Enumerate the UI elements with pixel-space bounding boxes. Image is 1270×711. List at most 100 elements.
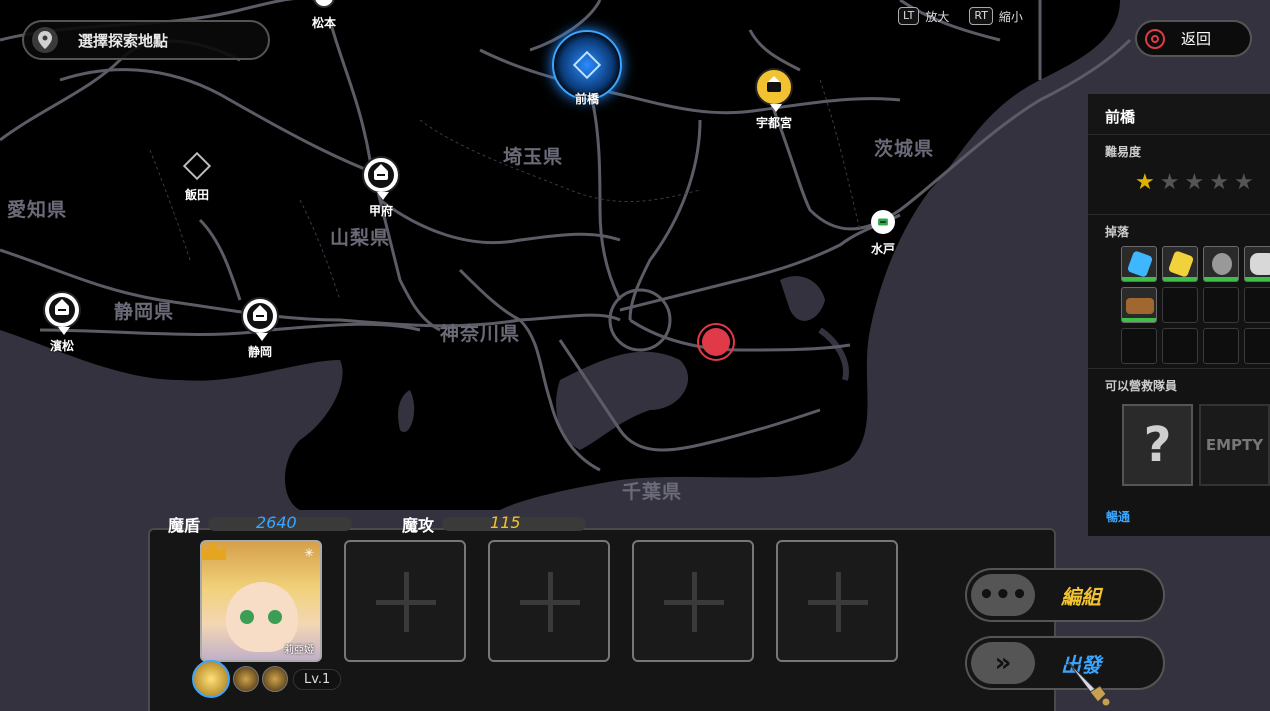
portrait-eye — [268, 610, 282, 624]
question-icon: ? — [1143, 417, 1172, 473]
city-name: 静岡 — [247, 345, 272, 359]
back-button[interactable]: 返回 — [1135, 20, 1252, 57]
back-button-label: 返回 — [1181, 30, 1212, 48]
drop-slot[interactable] — [1121, 287, 1157, 323]
character-name: 莉亞婭 — [284, 645, 314, 656]
city-name: 宇都宮 — [755, 116, 792, 130]
zoom-hints: LT 放大 RT 縮小 — [898, 7, 1023, 25]
city-name: 前橋 — [574, 92, 599, 106]
location-info-panel: 前橋 難易度 ★ ★ ★ ★ ★ 掉落 可以營救隊員 ? EMPTY 暢通 — [1088, 94, 1270, 536]
base-marker-icon — [241, 297, 279, 341]
skill-orb-icon[interactable] — [262, 666, 288, 692]
plus-icon — [664, 572, 724, 632]
drop-slot[interactable] — [1121, 246, 1157, 282]
skill-orb-icon[interactable] — [233, 666, 259, 692]
sword-cursor-icon — [1066, 660, 1112, 708]
blue-crystal-icon — [1126, 250, 1154, 278]
rescue-card-unknown[interactable]: ? — [1122, 404, 1193, 486]
empty-team-slot[interactable] — [776, 540, 898, 662]
empty-label: EMPTY — [1205, 436, 1264, 454]
base-marker-icon — [755, 68, 793, 112]
city-name: 飯田 — [184, 188, 210, 202]
route-status: 暢通 — [1106, 510, 1131, 524]
drop-slot[interactable] — [1162, 246, 1198, 282]
wood-icon — [1126, 298, 1154, 314]
danger-target-icon[interactable] — [697, 323, 735, 361]
city-shizuoka[interactable]: 静岡 — [241, 297, 279, 360]
element-icon: ✳ — [303, 546, 315, 560]
shield-stat: 魔盾 2640 — [168, 512, 353, 536]
drop-slot-empty — [1162, 287, 1198, 323]
region-label-kanagawa: 神奈川県 — [440, 323, 521, 345]
double-chevron-icon: » — [971, 642, 1035, 684]
formation-button[interactable]: ••• 編組 — [965, 568, 1165, 622]
circle-button-icon — [1145, 28, 1165, 49]
attack-stat: 魔攻 115 — [402, 512, 587, 536]
region-label-yamanashi: 山梨県 — [330, 227, 391, 249]
drop-slot[interactable] — [1244, 246, 1270, 282]
drops-section: 掉落 — [1088, 214, 1270, 368]
skill-orb-icon[interactable] — [192, 660, 230, 698]
star-icon: ★ — [1233, 170, 1254, 195]
portrait-eye — [240, 610, 254, 624]
shield-bar: 2640 — [208, 513, 353, 532]
drops-grid — [1105, 240, 1270, 364]
base-marker-icon — [43, 291, 81, 335]
attack-bar: 115 — [442, 513, 587, 532]
empty-team-slot[interactable] — [488, 540, 610, 662]
drop-slot-empty — [1244, 328, 1270, 364]
gold-crystal-icon — [1167, 250, 1195, 278]
diamond-marker-icon — [182, 151, 212, 181]
city-matsumoto[interactable]: 松本 — [312, 0, 336, 31]
base-marker-icon — [362, 156, 400, 200]
home-marker-icon — [870, 210, 895, 234]
zoom-out-label: 縮小 — [998, 9, 1023, 24]
drop-slot-empty — [1162, 328, 1198, 364]
ore-icon — [1250, 253, 1270, 275]
star-icon: ★ — [1209, 170, 1229, 195]
drop-slot-empty — [1121, 328, 1157, 364]
home-marker-icon — [312, 0, 335, 8]
city-utsunomiya[interactable]: 宇都宮 — [755, 68, 793, 131]
city-hamamatsu[interactable]: 濱松 — [43, 291, 81, 354]
empty-team-slot[interactable] — [632, 540, 754, 662]
city-mito[interactable]: 水戸 — [870, 210, 895, 257]
location-select-bar: 選擇探索地點 — [22, 20, 270, 60]
drop-slot-empty — [1203, 328, 1239, 364]
depart-button[interactable]: » 出發 — [965, 636, 1165, 690]
plus-icon — [520, 572, 580, 632]
plus-icon — [808, 572, 868, 632]
region-label-ibaraki: 茨城県 — [874, 138, 935, 160]
region-label-shizuoka: 静岡県 — [114, 301, 175, 323]
city-name: 甲府 — [368, 204, 393, 218]
drop-slot[interactable] — [1203, 246, 1239, 282]
character-card-leader[interactable]: ✳ 莉亞婭 — [200, 540, 322, 662]
city-name: 濱松 — [49, 339, 74, 353]
star-icon: ★ — [1135, 170, 1155, 195]
location-pin-icon — [32, 27, 58, 53]
region-label-aichi: 愛知県 — [7, 199, 68, 221]
leader-level-row: Lv.1 — [192, 660, 342, 698]
rescue-section: 可以營救隊員 ? EMPTY — [1088, 368, 1270, 494]
zoom-in-label: 放大 — [925, 9, 950, 24]
shield-label: 魔盾 — [168, 516, 201, 535]
ellipsis-icon: ••• — [971, 574, 1035, 616]
team-slots: ✳ 莉亞婭 — [200, 540, 915, 668]
zoom-in-key: LT — [898, 7, 920, 25]
attack-label: 魔攻 — [402, 516, 435, 535]
star-icon: ★ — [1184, 170, 1205, 195]
rescue-card-empty: EMPTY — [1199, 404, 1270, 486]
attack-value: 115 — [490, 513, 521, 532]
location-title: 前橋 — [1088, 94, 1270, 134]
empty-team-slot[interactable] — [344, 540, 466, 662]
difficulty-section: 難易度 ★ ★ ★ ★ ★ — [1088, 134, 1270, 214]
drop-slot-empty — [1244, 287, 1270, 323]
shield-value: 2640 — [256, 513, 297, 532]
city-iida[interactable]: 飯田 — [182, 151, 212, 203]
city-maebashi-selected[interactable]: 前橋 — [552, 30, 622, 107]
difficulty-label: 難易度 — [1105, 145, 1142, 159]
city-kofu[interactable]: 甲府 — [362, 156, 400, 219]
region-label-saitama: 埼玉県 — [503, 146, 564, 168]
formation-label: 編組 — [1061, 584, 1101, 609]
drop-slot-empty — [1203, 287, 1239, 323]
